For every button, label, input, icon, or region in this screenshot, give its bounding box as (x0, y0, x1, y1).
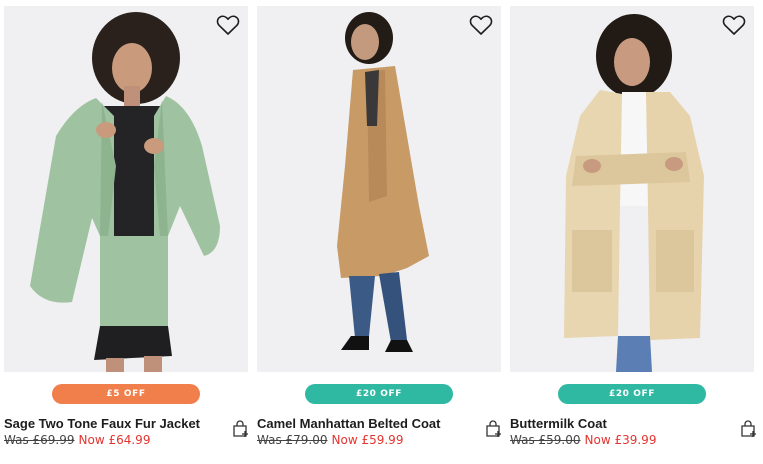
product-image[interactable] (4, 6, 248, 372)
add-to-bag-icon[interactable] (485, 420, 503, 438)
product-card[interactable]: £20 OFF Buttermilk Coat Was £59.00 Now £3… (510, 6, 756, 458)
was-price: Was £79.00 (257, 433, 328, 447)
product-grid: £5 OFF Sage Two Tone Faux Fur Jacket Was… (4, 6, 759, 458)
discount-badge: £5 OFF (52, 384, 200, 404)
product-name[interactable]: Buttermilk Coat (510, 416, 607, 431)
was-price: Was £59.00 (510, 433, 581, 447)
price-block: Was £79.00 Now £59.99 (257, 432, 403, 447)
model-photo (257, 6, 501, 372)
discount-badge-row: £20 OFF (510, 384, 754, 404)
now-price: Now £39.99 (584, 433, 657, 447)
wishlist-heart-icon[interactable] (216, 14, 240, 36)
wishlist-heart-icon[interactable] (722, 14, 746, 36)
discount-badge-row: £5 OFF (4, 384, 248, 404)
now-price: Now £59.99 (331, 433, 404, 447)
discount-badge: £20 OFF (305, 384, 453, 404)
product-name[interactable]: Camel Manhattan Belted Coat (257, 416, 440, 431)
model-photo (4, 6, 248, 372)
add-to-bag-icon[interactable] (232, 420, 250, 438)
model-photo (510, 6, 754, 372)
product-name[interactable]: Sage Two Tone Faux Fur Jacket (4, 416, 200, 431)
add-to-bag-icon[interactable] (740, 420, 758, 438)
discount-badge-row: £20 OFF (257, 384, 501, 404)
discount-badge: £20 OFF (558, 384, 706, 404)
product-image[interactable] (257, 6, 501, 372)
wishlist-heart-icon[interactable] (469, 14, 493, 36)
price-block: Was £69.99 Now £64.99 (4, 432, 150, 447)
product-card[interactable]: £20 OFF Camel Manhattan Belted Coat Was … (257, 6, 501, 458)
product-image[interactable] (510, 6, 754, 372)
product-card[interactable]: £5 OFF Sage Two Tone Faux Fur Jacket Was… (4, 6, 248, 458)
was-price: Was £69.99 (4, 433, 75, 447)
price-block: Was £59.00 Now £39.99 (510, 432, 656, 447)
now-price: Now £64.99 (78, 433, 151, 447)
